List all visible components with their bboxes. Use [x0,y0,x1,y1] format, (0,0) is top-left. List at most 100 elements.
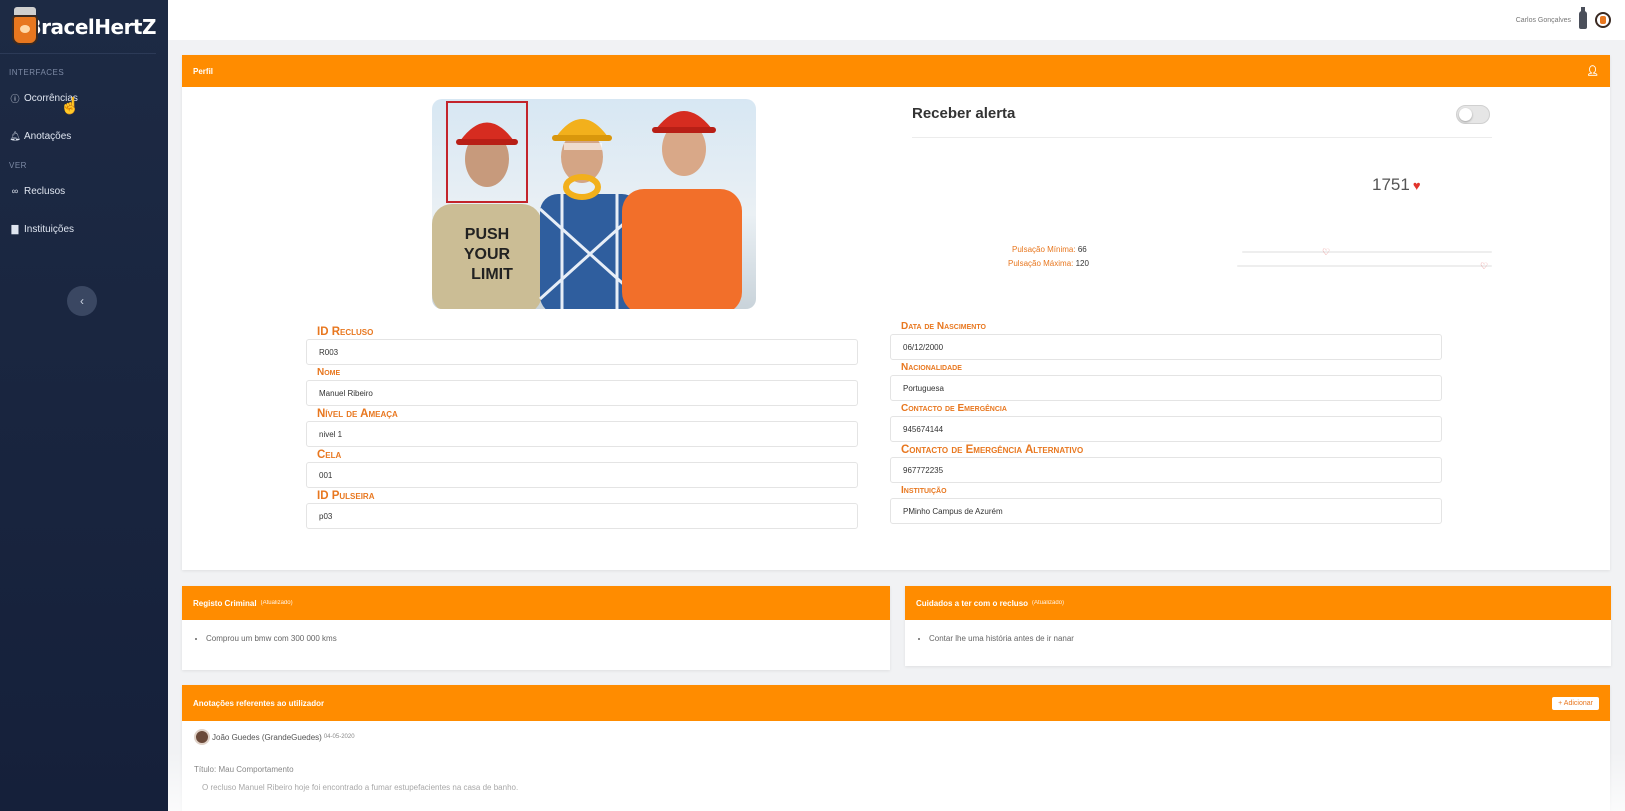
field-id-pulseira: ID Pulseira p03 [306,489,858,529]
pulse-max-row: Pulsação Máxima: 120 [1008,259,1089,268]
sidebar-item-anotacoes[interactable]: 🔔︎ Anotações [0,117,168,155]
field-label: Cela [317,449,342,461]
field-label: Nome [317,367,341,378]
criminal-record-updated: (Atualizado) [260,600,293,606]
field-data-nascimento: Data de Nascimento 06/12/2000 [890,320,1442,360]
field-contacto-emergencia: Contacto de Emergência 945674144 [890,402,1442,442]
criminal-record-card: Registo Criminal (Atualizado) Comprou um… [182,586,890,670]
care-title: Cuidados a ter com o recluso [916,598,1029,608]
care-updated: (Atualizado) [1032,600,1065,606]
sidebar-item-ocorrencias[interactable]: ⓘ Ocorrências [0,79,168,117]
care-card: Cuidados a ter com o recluso (Atualizado… [905,586,1611,666]
pulse-min-value: 66 [1077,245,1087,254]
field-nacionalidade: Nacionalidade Portuguesa [890,361,1442,401]
notes-title: Anotações referentes ao utilizador [193,698,325,708]
nacionalidade-input[interactable]: Portuguesa [890,375,1442,401]
pulse-max-slider-thumb-icon[interactable]: ♡ [1480,262,1488,271]
divider [912,137,1492,138]
pulse-min-slider[interactable]: ♡ [1242,248,1492,257]
sidebar-item-instituicoes[interactable]: ▇ Instituições [0,210,168,248]
author-avatar [194,729,210,745]
logo-jar-icon [12,6,38,47]
field-label: Contacto de Emergência Alternativo [901,444,1084,456]
pulse-min-row: Pulsação Mínima: 66 [1012,245,1087,254]
list-item: Contar lhe uma história antes de ir nana… [929,634,1611,643]
user-name[interactable]: Carlos Gonçalves [1516,17,1571,24]
note-body: O recluso Manuel Ribeiro hoje foi encont… [202,783,519,792]
criminal-record-header: Registo Criminal (Atualizado) [182,586,890,620]
field-nome: Nome Manuel Ribeiro [306,366,858,406]
field-label: Instituição [901,485,947,496]
sidebar-item-label: Instituições [24,223,75,235]
profile-title: Perfil [193,66,214,76]
field-label: ID Pulseira [317,490,375,502]
instituicao-input[interactable]: PMinho Campus de Azurém [890,498,1442,524]
pulse-max-slider[interactable]: ♡ [1237,262,1492,271]
svg-text:LIMIT: LIMIT [471,266,513,283]
user-avatar[interactable] [1595,12,1611,28]
nome-input[interactable]: Manuel Ribeiro [306,380,858,406]
id-pulseira-input[interactable]: p03 [306,503,858,529]
care-header: Cuidados a ter com o recluso (Atualizado… [905,586,1611,620]
sidebar-item-label: Reclusos [24,185,66,197]
receive-alert-label: Receber alerta [912,105,1016,122]
face-detection-box [446,101,528,203]
profile-card: Perfil 👤︎ PUSH YOUR LIMIT Receber alerta… [182,55,1610,570]
bell-icon: 🔔︎ [9,130,21,141]
field-contacto-emergencia-alternativo: Contacto de Emergência Alternativo 96777… [890,443,1442,483]
sidebar-collapse-button[interactable]: ‹ [67,286,97,316]
pulse-min-slider-thumb-icon[interactable]: ♡ [1322,248,1330,257]
info-circle-icon: ⓘ [10,93,20,104]
add-note-button[interactable]: + Adicionar [1552,696,1599,710]
profile-card-header: Perfil 👤︎ [182,55,1610,87]
field-cela: Cela 001 [306,448,858,488]
svg-text:YOUR: YOUR [464,246,511,263]
field-instituicao: Instituição PMinho Campus de Azurém [890,484,1442,524]
bottle-icon [1579,7,1587,29]
contacto-emergencia-input[interactable]: 945674144 [890,416,1442,442]
receive-alert-toggle[interactable] [1456,105,1490,124]
brand-name: BracelHertZ [26,14,156,39]
user-edit-icon[interactable]: 👤︎ [1586,66,1599,77]
field-label: Nível de Ameaça [317,408,398,420]
list-item: Comprou um bmw com 300 000 kms [206,634,890,643]
pulse-max-label: Pulsação Máxima: [1008,259,1074,268]
sidebar-section-interfaces: Interfaces [9,68,65,77]
bar-chart-icon: ▇ [11,223,19,234]
field-id-recluso: ID Recluso R003 [306,325,858,365]
sidebar-item-reclusos[interactable]: ∞ Reclusos [0,172,168,210]
note-author-row: João Guedes (GrandeGuedes) 04-05-2020 [194,729,355,745]
note-title: Título: Mau Comportamento [194,765,294,774]
criminal-record-title: Registo Criminal [193,598,257,608]
field-label: Nacionalidade [901,362,962,373]
care-list: Contar lhe uma história antes de ir nana… [905,620,1611,643]
inmate-photo: PUSH YOUR LIMIT [432,99,756,309]
note-date: 04-05-2020 [323,734,355,740]
id-recluso-input[interactable]: R003 [306,339,858,365]
svg-text:PUSH: PUSH [465,226,509,243]
pulse-max-value: 120 [1075,259,1089,268]
handcuffs-icon: ∞ [11,186,19,196]
note-author[interactable]: João Guedes (GrandeGuedes) [212,733,322,742]
heart-rate-display: 1751 ♥ [1372,175,1421,195]
field-label: Data de Nascimento [901,321,986,332]
notes-header: Anotações referentes ao utilizador + Adi… [182,685,1610,721]
data-nascimento-input[interactable]: 06/12/2000 [890,334,1442,360]
heart-icon: ♥ [1412,178,1421,193]
pulse-min-label: Pulsação Mínima: [1012,245,1076,254]
brand[interactable]: BracelHertZ [0,0,156,54]
field-label: ID Recluso [317,326,374,338]
field-label: Contacto de Emergência [901,403,1007,414]
criminal-record-list: Comprou um bmw com 300 000 kms [182,620,890,643]
sidebar-item-label: Anotações [24,130,72,142]
mouse-cursor-icon: ☝ [60,98,80,115]
contacto-emergencia-alternativo-input[interactable]: 967772235 [890,457,1442,483]
field-nivel-ameaca: Nível de Ameaça nivel 1 [306,407,858,447]
heart-rate-value: 1751 [1372,175,1410,194]
topbar: Carlos Gonçalves [168,0,1625,40]
notes-card: Anotações referentes ao utilizador + Adi… [182,685,1610,811]
sidebar-section-ver: Ver [9,161,27,170]
nivel-ameaca-input[interactable]: nivel 1 [306,421,858,447]
cela-input[interactable]: 001 [306,462,858,488]
sidebar: BracelHertZ Interfaces ⓘ Ocorrências 🔔︎ … [0,0,168,811]
